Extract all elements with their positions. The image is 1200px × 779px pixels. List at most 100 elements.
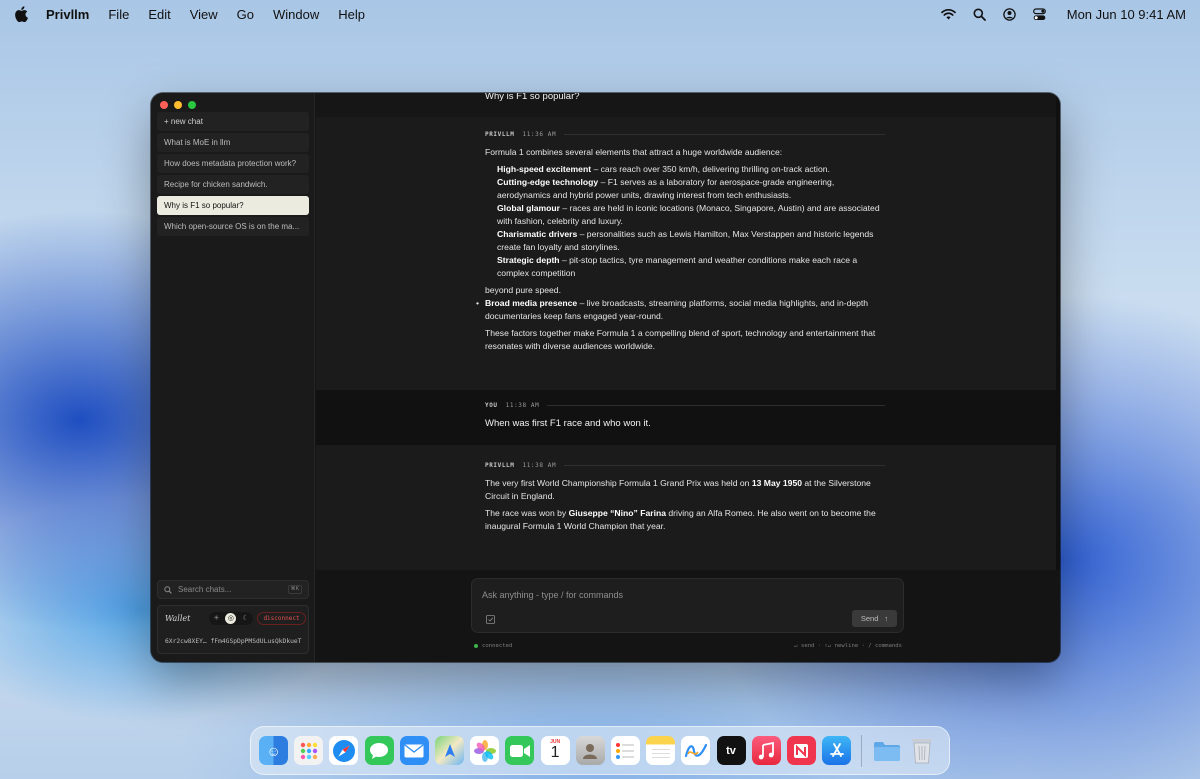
message-meta: YOU 11:38 AM (485, 402, 885, 409)
user-account-icon[interactable] (1003, 7, 1016, 21)
answer-point-list: High-speed excitement – cars reach over … (485, 163, 885, 280)
dock: ☺ JUN 1 tv (250, 726, 950, 775)
user-message-block: YOU 11:38 AM When was first F1 race and … (316, 390, 1056, 445)
message-meta: PRIVLLM 11:38 AM (485, 462, 885, 469)
calendar-icon[interactable]: JUN 1 (540, 736, 570, 765)
answer-continuation: beyond pure speed. (485, 285, 561, 295)
assistant-message-block: PRIVLLM 11:38 AM The very first World Ch… (316, 445, 1056, 570)
apple-tv-icon[interactable]: tv (716, 736, 746, 765)
sender-label: PRIVLLM (485, 131, 515, 138)
menu-edit[interactable]: Edit (148, 7, 170, 22)
freeform-icon[interactable] (681, 736, 711, 765)
user-message-text: When was first F1 race and who won it. (485, 418, 651, 429)
divider (564, 134, 885, 135)
menu-window[interactable]: Window (273, 7, 319, 22)
dark-theme-icon[interactable]: ☾ (240, 613, 251, 624)
wallet-label: Wallet (165, 614, 191, 623)
search-chats-input[interactable]: Search chats... ⌘K (157, 580, 309, 599)
keyboard-hints: ↵ send · ⇧↵ newline · / commands (794, 643, 902, 649)
app-store-icon[interactable] (822, 736, 852, 765)
reminders-icon[interactable] (610, 736, 640, 765)
maps-icon[interactable] (435, 736, 465, 765)
answer-point: Global glamour – races are held in iconi… (497, 203, 880, 226)
scrollbar[interactable] (1056, 93, 1060, 570)
connection-status: connected (482, 643, 513, 649)
folder-icon[interactable] (872, 736, 901, 765)
new-chat-button[interactable]: + new chat (157, 112, 309, 131)
message-composer[interactable]: Ask anything - type / for commands Send … (471, 578, 904, 633)
conversation-pane: Why is F1 so popular? PRIVLLM 11:36 AM F… (316, 93, 1060, 662)
bullet-dot: • (476, 298, 480, 308)
wallet-address: 6Xr2cw8XEY… fFm4GSpDpPMSdULusQkDkueT (165, 638, 302, 645)
close-window-button[interactable] (160, 101, 168, 109)
menu-bar: Privllm File Edit View Go Window Help Mo… (0, 0, 1200, 28)
user-message-block: Why is F1 so popular? (316, 93, 1056, 117)
message-time: 11:36 AM (522, 131, 557, 138)
menu-view[interactable]: View (190, 7, 218, 22)
spotlight-search-icon[interactable] (973, 8, 986, 21)
chat-list: + new chat What is MoE in llm How does m… (157, 112, 309, 238)
window-controls (160, 101, 196, 109)
message-meta: PRIVLLM 11:36 AM (485, 131, 885, 138)
system-theme-icon[interactable]: ◎ (225, 613, 237, 624)
menu-file[interactable]: File (108, 7, 129, 22)
app-window: + new chat What is MoE in llm How does m… (151, 93, 1060, 662)
light-theme-icon[interactable]: ☀ (211, 613, 222, 624)
message-time: 11:38 AM (505, 402, 540, 409)
message-time: 11:38 AM (522, 462, 557, 469)
dock-separator (861, 734, 863, 767)
notes-icon[interactable] (646, 736, 676, 765)
composer-placeholder: Ask anything - type / for commands (482, 590, 624, 600)
answer-closing: These factors together make Formula 1 a … (485, 328, 876, 351)
menu-help[interactable]: Help (338, 7, 365, 22)
chat-item-active[interactable]: Why is F1 so popular? (157, 196, 309, 215)
wifi-icon[interactable] (940, 8, 956, 20)
facetime-icon[interactable] (505, 736, 535, 765)
safari-icon[interactable] (329, 736, 359, 765)
status-bar: connected ↵ send · ⇧↵ newline · / comman… (474, 641, 902, 651)
disconnect-button[interactable]: disconnect (257, 612, 306, 625)
assistant-message-block: PRIVLLM 11:36 AM Formula 1 combines seve… (316, 117, 1056, 390)
messages-icon[interactable] (364, 736, 394, 765)
apple-tv-label: tv (726, 744, 736, 757)
answer-intro: Formula 1 combines several elements that… (485, 147, 783, 157)
zoom-window-button[interactable] (188, 101, 196, 109)
calendar-day: 1 (550, 744, 560, 761)
chat-item[interactable]: What is MoE in llm (157, 133, 309, 152)
chat-item[interactable]: Which open-source OS is on the ma... (157, 217, 309, 236)
wallet-panel: Wallet ☀ ◎ ☾ disconnect 6Xr2cw8XEY… fFm4… (157, 605, 309, 654)
user-message-text: Why is F1 so popular? (485, 93, 580, 102)
menubar-clock[interactable]: Mon Jun 10 9:41 AM (1067, 7, 1186, 22)
control-center-icon[interactable] (1032, 7, 1046, 21)
answer-paragraph: The very first World Championship Formul… (485, 478, 871, 501)
search-shortcut-badge: ⌘K (287, 585, 302, 594)
launchpad-icon[interactable] (294, 736, 324, 765)
theme-toggle: ☀ ◎ ☾ (209, 612, 253, 625)
sender-label: YOU (485, 402, 498, 409)
contacts-icon[interactable] (575, 736, 605, 765)
mail-icon[interactable] (399, 736, 429, 765)
answer-point: Charismatic drivers – personalities such… (497, 229, 874, 252)
chat-item[interactable]: Recipe for chicken sandwich. (157, 175, 309, 194)
search-chats-placeholder: Search chats... (178, 585, 232, 594)
send-label: Send (860, 614, 879, 623)
divider (547, 405, 885, 406)
trash-icon[interactable] (907, 736, 936, 765)
minimize-window-button[interactable] (174, 101, 182, 109)
photos-icon[interactable] (470, 736, 500, 765)
search-icon (164, 585, 172, 594)
send-button[interactable]: Send ↑ (852, 610, 897, 627)
sender-label: PRIVLLM (485, 462, 515, 469)
music-icon[interactable] (751, 736, 781, 765)
finder-icon[interactable]: ☺ (259, 736, 289, 765)
menu-go[interactable]: Go (237, 7, 254, 22)
chat-item[interactable]: How does metadata protection work? (157, 154, 309, 173)
sidebar: + new chat What is MoE in llm How does m… (151, 93, 315, 662)
answer-point: Strategic depth – pit-stop tactics, tyre… (497, 255, 858, 278)
attach-icon[interactable] (486, 615, 495, 624)
news-icon[interactable] (786, 736, 816, 765)
apple-icon[interactable] (14, 6, 28, 22)
answer-paragraph: The race was won by Giuseppe “Nino” Fari… (485, 508, 876, 531)
menu-app-name[interactable]: Privllm (46, 7, 89, 22)
answer-bullet: • Broad media presence – live broadcasts,… (476, 298, 869, 321)
